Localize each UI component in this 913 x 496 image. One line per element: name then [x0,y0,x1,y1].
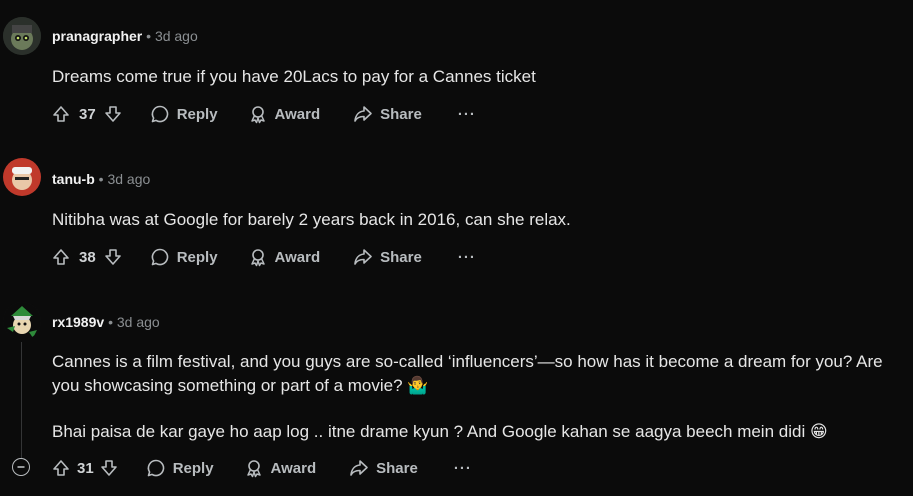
separator: • [108,314,113,330]
more-options-button[interactable]: ··· [454,460,472,477]
award-label: Award [274,248,321,266]
username[interactable]: tanu-b [52,171,95,187]
avatar[interactable] [3,17,41,55]
upvote-icon [53,106,69,122]
comment-bubble-icon [151,248,168,266]
comment-bubble-icon [151,105,168,123]
award-icon [250,106,265,124]
reply-button[interactable]: Reply [146,458,214,478]
username[interactable]: rx1989v [52,314,104,330]
comment-actions: 31 Reply Award Share ··· [52,456,472,480]
more-options-button[interactable]: ··· [458,106,476,123]
avatar-image [3,158,41,196]
share-button[interactable]: Share [349,458,418,478]
vote-count: 38 [79,248,96,266]
award-button[interactable]: Award [248,104,321,124]
award-label: Award [270,459,317,477]
timestamp[interactable]: 3d ago [155,28,198,44]
reply-label: Reply [176,248,218,266]
comment-meta: rx1989v • 3d ago [52,314,160,330]
vote-count: 31 [77,459,94,477]
award-label: Award [274,105,321,123]
share-label: Share [380,105,422,123]
share-label: Share [380,248,422,266]
share-icon [350,460,368,476]
award-icon [250,249,265,267]
comment-meta: pranagrapher • 3d ago [52,28,198,44]
downvote-button[interactable] [104,105,122,123]
award-button[interactable]: Award [248,247,321,267]
award-button[interactable]: Award [244,458,317,478]
downvote-icon [104,249,121,265]
share-button[interactable]: Share [353,104,422,124]
avatar[interactable] [3,158,41,196]
downvote-button[interactable] [104,248,122,266]
share-label: Share [376,459,418,477]
collapse-thread-button[interactable] [12,458,30,476]
reply-label: Reply [176,105,218,123]
timestamp[interactable]: 3d ago [117,314,160,330]
share-button[interactable]: Share [353,247,422,267]
comment-body-paragraph: Bhai paisa de kar gaye ho aap log .. itn… [52,422,828,441]
upvote-button[interactable] [52,459,70,477]
avatar-image [3,302,41,340]
downvote-icon [100,460,117,476]
comment-body: Nitibha was at Google for barely 2 years… [52,210,571,229]
username[interactable]: pranagrapher [52,28,142,44]
comment-body-paragraph: Cannes is a film festival, and you guys … [52,352,883,395]
timestamp[interactable]: 3d ago [107,171,150,187]
vote-count: 37 [79,105,96,123]
avatar-image [3,17,41,55]
more-options-button[interactable]: ··· [458,249,476,266]
upvote-icon [53,460,69,476]
reply-button[interactable]: Reply [150,104,218,124]
reply-button[interactable]: Reply [150,247,218,267]
award-icon [246,460,261,478]
downvote-icon [104,106,121,122]
upvote-button[interactable] [52,105,70,123]
share-icon [354,106,372,122]
comment-meta: tanu-b • 3d ago [52,171,150,187]
upvote-button[interactable] [52,248,70,266]
separator: • [98,171,104,187]
minus-icon [17,466,25,468]
thread-line[interactable] [21,342,22,458]
comment-bubble-icon [147,459,164,477]
comment-actions: 38 Reply Award Share ··· [52,245,476,269]
comment-actions: 37 Reply Award Share ··· [52,102,476,126]
downvote-button[interactable] [100,459,118,477]
comment-body: Dreams come true if you have 20Lacs to p… [52,67,536,86]
upvote-icon [53,249,69,265]
avatar[interactable] [3,302,41,340]
share-icon [354,249,372,265]
separator: • [146,28,152,44]
reply-label: Reply [172,459,214,477]
